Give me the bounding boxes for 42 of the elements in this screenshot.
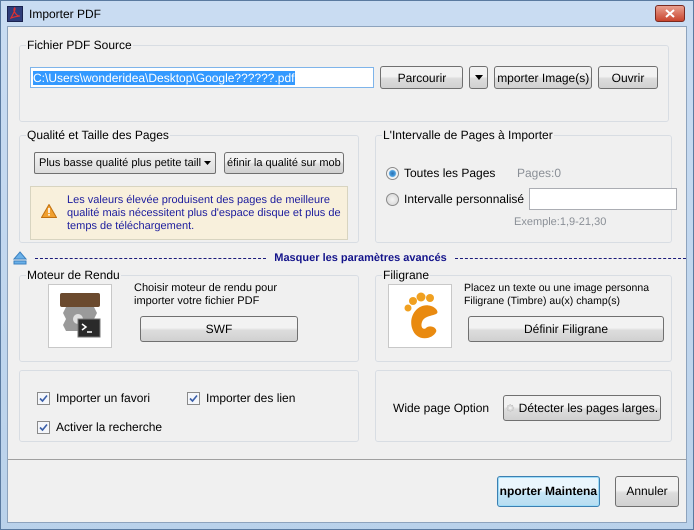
warning-text: Les valeurs élevée produisent des pages de meilleure qualité mais nécessitent plus d'espace disque et plus de temps de téléchargement. (67, 194, 342, 233)
checkbox-label: Importer un favori (56, 391, 150, 405)
group-title: Filigrane (382, 268, 430, 282)
radio-button[interactable] (386, 192, 399, 206)
checkbox[interactable] (37, 392, 50, 404)
example-hint: Exemple:1,9-21,30 (514, 216, 606, 228)
group-title: Qualité et Taille des Pages (26, 128, 170, 142)
warning-icon (41, 204, 57, 218)
quality-button[interactable]: éfinir la qualité sur mob (224, 152, 344, 174)
group-title: Moteur de Rendu (26, 268, 121, 282)
range-field[interactable] (529, 188, 678, 210)
close-button[interactable] (655, 5, 685, 22)
collapse-icon[interactable] (13, 251, 27, 265)
radio-label: Toutes les Pages (404, 166, 496, 180)
open-button[interactable]: Ouvrir (598, 66, 658, 89)
wide-page-label: Wide page Option (393, 401, 490, 415)
detect-wide-pages-button[interactable]: Détecter les pages larges. (503, 395, 662, 421)
close-icon (665, 9, 675, 18)
group-title: L'Intervalle de Pages à Importer (382, 128, 554, 142)
quality-dropdown[interactable]: Plus basse qualité plus petite taill (34, 152, 216, 174)
group-title: Fichier PDF Source (26, 38, 133, 52)
watermark-description: Placez un texte ou une image personna Filigrane (Timbre) au(x) champ(s) (464, 282, 650, 308)
checkbox[interactable] (187, 392, 200, 404)
page-count: Pages:0 (517, 166, 562, 180)
browse-button[interactable]: Parcourir (380, 66, 464, 89)
caret-icon (204, 161, 211, 165)
checkbox-label: Importer des lien (206, 391, 296, 405)
checkbox-label: Activer la recherche (56, 420, 162, 434)
caret-icon (474, 75, 483, 80)
cancel-button[interactable]: Annuler (615, 476, 679, 506)
watermark-button[interactable]: Définir Filigrane (468, 316, 664, 342)
radio-label: Intervalle personnalisé (404, 192, 524, 206)
window-title: Importer PDF (29, 6, 102, 20)
toggle-label[interactable]: Masquer les paramètres avancés (274, 252, 447, 264)
pdf-icon (7, 6, 23, 22)
radio-button[interactable] (386, 166, 399, 180)
renderer-description: Choisir moteur de rendu pour importer votre fichier PDF (134, 282, 278, 308)
import-images-button[interactable]: mporter Image(s) (494, 66, 592, 89)
import-button[interactable]: nporter Maintena (496, 476, 600, 506)
dropdown-button[interactable] (469, 66, 488, 89)
swf-button[interactable]: SWF (140, 316, 298, 342)
checkbox[interactable] (37, 420, 50, 434)
